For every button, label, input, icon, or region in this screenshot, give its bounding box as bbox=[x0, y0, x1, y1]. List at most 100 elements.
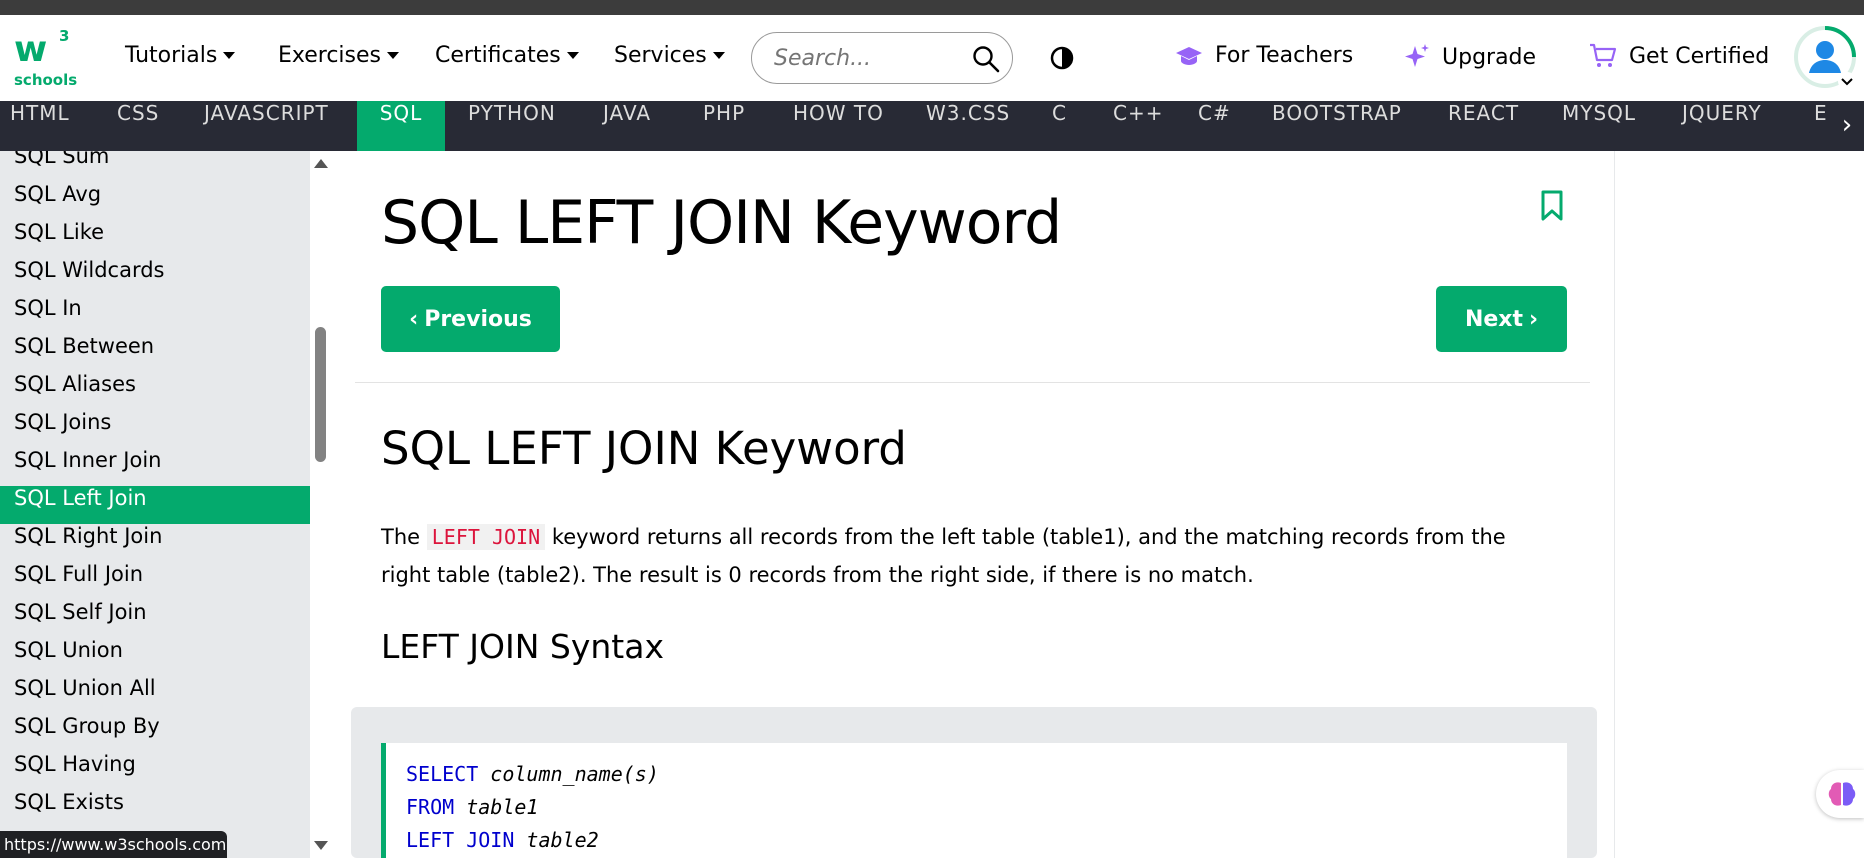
sidebar-item-union-all[interactable]: SQL Union All bbox=[0, 676, 310, 714]
section-divider bbox=[355, 382, 1590, 383]
ai-assistant-button[interactable] bbox=[1816, 770, 1864, 818]
lang-cpp[interactable]: C++ bbox=[1113, 101, 1163, 151]
next-button[interactable]: Next › bbox=[1436, 286, 1567, 352]
lang-jquery[interactable]: JQUERY bbox=[1682, 101, 1762, 151]
browser-tab-strip bbox=[0, 0, 1864, 15]
sidebar-item-right-join[interactable]: SQL Right Join bbox=[0, 524, 310, 562]
caret-down-icon bbox=[223, 52, 236, 59]
code-identifier: column_name(s) bbox=[490, 762, 659, 786]
lang-css[interactable]: CSS bbox=[117, 101, 159, 151]
lang-sql[interactable]: SQL bbox=[357, 101, 445, 151]
code-keyword: SELECT bbox=[406, 762, 479, 786]
code-keyword: FROM bbox=[406, 795, 455, 819]
sidebar-scrollbar[interactable] bbox=[310, 151, 332, 858]
chevron-left-icon: ‹ bbox=[409, 306, 419, 332]
menu-services[interactable]: Services bbox=[614, 43, 725, 68]
sidebar-item-group-by[interactable]: SQL Group By bbox=[0, 714, 310, 752]
top-navbar: w 3 schools Tutorials Exercises Certific… bbox=[0, 15, 1864, 101]
logo-schools-text: schools bbox=[14, 71, 78, 89]
previous-button-label: Previous bbox=[424, 306, 532, 332]
scrollbar-thumb[interactable] bbox=[315, 327, 326, 462]
menu-exercises-label: Exercises bbox=[278, 43, 382, 68]
content-divider bbox=[1614, 151, 1615, 858]
menu-services-label: Services bbox=[614, 43, 707, 68]
paragraph-text-after: keyword returns all records from the lef… bbox=[381, 525, 1506, 587]
sidebar-item-union[interactable]: SQL Union bbox=[0, 638, 310, 676]
logo-w3-mark: w bbox=[14, 29, 47, 70]
menu-tutorials-label: Tutorials bbox=[125, 43, 218, 68]
search-input[interactable] bbox=[774, 43, 954, 73]
syntax-code-block: SELECT column_name(s) FROM table1 LEFT J… bbox=[381, 743, 1567, 858]
next-button-label: Next bbox=[1464, 306, 1523, 332]
graduation-cap-icon bbox=[1176, 46, 1202, 65]
code-identifier: table2 bbox=[526, 828, 599, 852]
get-certified-label: Get Certified bbox=[1629, 43, 1770, 69]
menu-certificates-label: Certificates bbox=[435, 43, 561, 68]
code-line: LEFT JOIN table2 bbox=[406, 824, 1567, 857]
lang-html[interactable]: HTML bbox=[10, 101, 70, 151]
sidebar-item-aliases[interactable]: SQL Aliases bbox=[0, 372, 310, 410]
lang-react[interactable]: REACT bbox=[1448, 101, 1519, 151]
code-identifier: table1 bbox=[466, 795, 539, 819]
shopping-cart-icon bbox=[1590, 43, 1617, 67]
sidebar-item-having[interactable]: SQL Having bbox=[0, 752, 310, 790]
bookmark-icon[interactable] bbox=[1540, 190, 1564, 222]
search-box bbox=[751, 32, 1013, 84]
menu-certificates[interactable]: Certificates bbox=[435, 43, 579, 68]
menu-tutorials[interactable]: Tutorials bbox=[125, 43, 236, 68]
logo-superscript: 3 bbox=[59, 27, 70, 45]
lang-c[interactable]: C bbox=[1052, 101, 1067, 151]
sidebar-item-wildcards[interactable]: SQL Wildcards bbox=[0, 258, 310, 296]
search-icon[interactable] bbox=[972, 45, 1000, 73]
lang-w3css[interactable]: W3.CSS bbox=[926, 101, 1010, 151]
menu-exercises[interactable]: Exercises bbox=[278, 43, 400, 68]
chevron-right-icon: › bbox=[1528, 306, 1539, 332]
lang-javascript[interactable]: JAVASCRIPT bbox=[204, 101, 329, 151]
contrast-toggle-icon[interactable] bbox=[1050, 46, 1074, 70]
chevron-right-icon[interactable]: › bbox=[1830, 101, 1864, 151]
sidebar-item-self-join[interactable]: SQL Self Join bbox=[0, 600, 310, 638]
lang-java[interactable]: JAVA bbox=[603, 101, 651, 151]
sidebar-item-avg[interactable]: SQL Avg bbox=[0, 182, 310, 220]
upgrade-link[interactable]: Upgrade bbox=[1404, 43, 1536, 71]
section-heading: SQL LEFT JOIN Keyword bbox=[381, 422, 907, 475]
page-title: SQL LEFT JOIN Keyword bbox=[381, 188, 1062, 258]
brain-icon bbox=[1828, 782, 1856, 806]
scroll-down-arrow-icon[interactable] bbox=[314, 841, 328, 850]
status-url-bar: https://www.w3schools.com bbox=[0, 831, 227, 858]
sidebar-item-joins[interactable]: SQL Joins bbox=[0, 410, 310, 448]
sidebar-item-like[interactable]: SQL Like bbox=[0, 220, 310, 258]
for-teachers-link[interactable]: For Teachers bbox=[1175, 43, 1353, 68]
sparkle-icon bbox=[1405, 44, 1429, 67]
sidebar-item-full-join[interactable]: SQL Full Join bbox=[0, 562, 310, 600]
sidebar-item-in[interactable]: SQL In bbox=[0, 296, 310, 334]
user-avatar-icon[interactable] bbox=[1793, 25, 1857, 91]
lang-bootstrap[interactable]: BOOTSTRAP bbox=[1272, 101, 1402, 151]
lang-csharp[interactable]: C# bbox=[1198, 101, 1231, 151]
sidebar-item-sum[interactable]: SQL Sum bbox=[0, 151, 310, 182]
caret-down-icon bbox=[712, 52, 725, 59]
lang-howto[interactable]: HOW TO bbox=[793, 101, 884, 151]
get-certified-link[interactable]: Get Certified bbox=[1589, 43, 1769, 69]
caret-down-icon bbox=[387, 52, 400, 59]
code-line: SELECT column_name(s) bbox=[406, 758, 1567, 791]
upgrade-label: Upgrade bbox=[1442, 44, 1537, 70]
paragraph-text-before: The bbox=[381, 525, 421, 549]
sidebar-item-inner-join[interactable]: SQL Inner Join bbox=[0, 448, 310, 486]
previous-button[interactable]: ‹ Previous bbox=[381, 286, 560, 352]
lang-python[interactable]: PYTHON bbox=[468, 101, 556, 151]
description-paragraph: The LEFT JOIN keyword returns all record… bbox=[381, 518, 1541, 594]
w3schools-logo[interactable]: w 3 schools bbox=[12, 27, 78, 89]
scroll-up-arrow-icon[interactable] bbox=[314, 159, 328, 168]
lang-mysql[interactable]: MYSQL bbox=[1562, 101, 1636, 151]
lang-more[interactable]: E bbox=[1814, 101, 1828, 151]
sidebar-item-left-join[interactable]: SQL Left Join bbox=[0, 486, 310, 524]
sidebar-menu: SQL Sum SQL Avg SQL Like SQL Wildcards S… bbox=[0, 151, 310, 858]
sidebar-item-exists[interactable]: SQL Exists bbox=[0, 790, 310, 828]
inline-code: LEFT JOIN bbox=[426, 524, 546, 550]
caret-down-icon bbox=[566, 52, 579, 59]
lang-php[interactable]: PHP bbox=[703, 101, 745, 151]
sidebar-item-between[interactable]: SQL Between bbox=[0, 334, 310, 372]
code-keyword: LEFT JOIN bbox=[406, 828, 515, 852]
language-navbar: HTML CSS JAVASCRIPT SQL PYTHON JAVA PHP … bbox=[0, 101, 1864, 151]
